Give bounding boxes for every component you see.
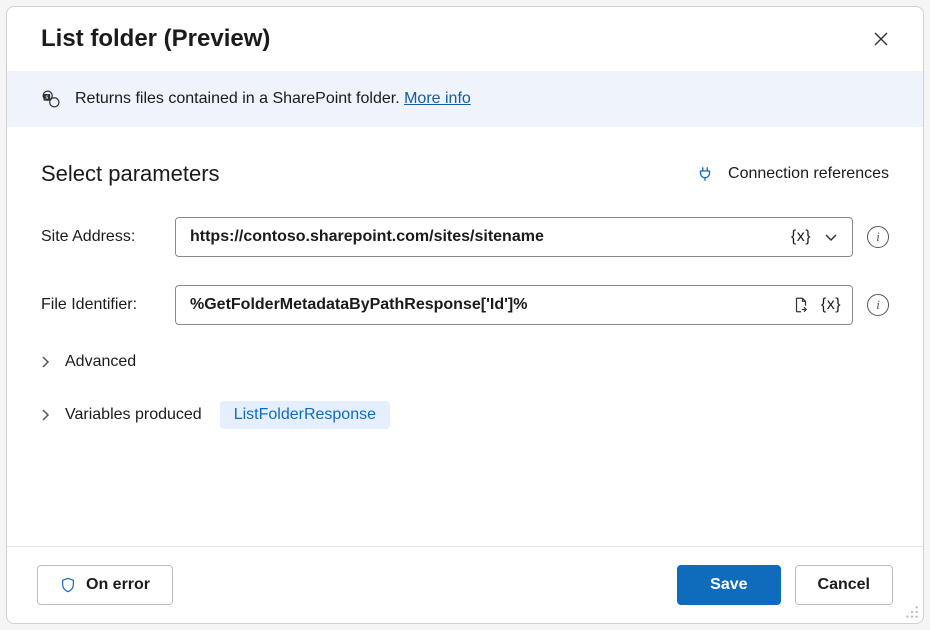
dialog-content: Select parameters Connection references … — [7, 127, 923, 546]
chevron-right-icon — [41, 356, 55, 368]
file-identifier-input[interactable] — [190, 296, 782, 314]
file-select-icon — [792, 296, 810, 314]
dialog-title: List folder (Preview) — [41, 25, 270, 53]
file-identifier-info-button[interactable]: i — [867, 294, 889, 316]
connection-references-button[interactable]: Connection references — [696, 165, 889, 183]
chevron-down-icon — [823, 229, 839, 245]
file-identifier-row: File Identifier: {x} i — [41, 285, 889, 325]
close-icon — [873, 31, 889, 47]
output-variable-pill[interactable]: ListFolderResponse — [220, 401, 390, 429]
plug-icon — [696, 165, 714, 183]
on-error-label: On error — [86, 576, 150, 594]
connection-references-label: Connection references — [728, 165, 889, 183]
svg-text:S: S — [45, 96, 48, 101]
resize-grip-icon[interactable] — [905, 605, 919, 619]
advanced-expander[interactable]: Advanced — [41, 353, 889, 371]
insert-variable-button[interactable]: {x} — [790, 228, 812, 246]
variables-produced-expander[interactable]: Variables produced ListFolderResponse — [41, 401, 889, 429]
file-identifier-input-wrap: {x} — [175, 285, 853, 325]
site-address-label: Site Address: — [41, 228, 161, 246]
save-button[interactable]: Save — [677, 565, 780, 605]
shield-icon — [60, 576, 76, 594]
footer-actions: Save Cancel — [677, 565, 893, 605]
file-picker-button[interactable] — [790, 296, 812, 314]
sharepoint-icon: S — [41, 89, 61, 109]
parameters-header-row: Select parameters Connection references — [41, 161, 889, 187]
info-banner: S Returns files contained in a SharePoin… — [7, 71, 923, 127]
advanced-label: Advanced — [65, 353, 136, 371]
variables-produced-label: Variables produced — [65, 406, 202, 424]
dialog-header: List folder (Preview) — [7, 7, 923, 71]
banner-text: Returns files contained in a SharePoint … — [75, 90, 471, 108]
dialog-footer: On error Save Cancel — [7, 546, 923, 623]
close-button[interactable] — [867, 25, 895, 53]
cancel-button[interactable]: Cancel — [795, 565, 893, 605]
banner-description: Returns files contained in a SharePoint … — [75, 90, 404, 107]
site-address-row: Site Address: {x} i — [41, 217, 889, 257]
site-address-input[interactable] — [190, 228, 782, 246]
site-address-info-button[interactable]: i — [867, 226, 889, 248]
insert-variable-button[interactable]: {x} — [820, 296, 842, 314]
more-info-link[interactable]: More info — [404, 90, 471, 107]
site-address-input-wrap: {x} — [175, 217, 853, 257]
on-error-button[interactable]: On error — [37, 565, 173, 605]
dropdown-toggle[interactable] — [820, 229, 842, 245]
list-folder-dialog: List folder (Preview) S Returns files co… — [6, 6, 924, 624]
file-identifier-label: File Identifier: — [41, 296, 161, 314]
chevron-right-icon — [41, 409, 55, 421]
parameters-heading: Select parameters — [41, 161, 220, 187]
